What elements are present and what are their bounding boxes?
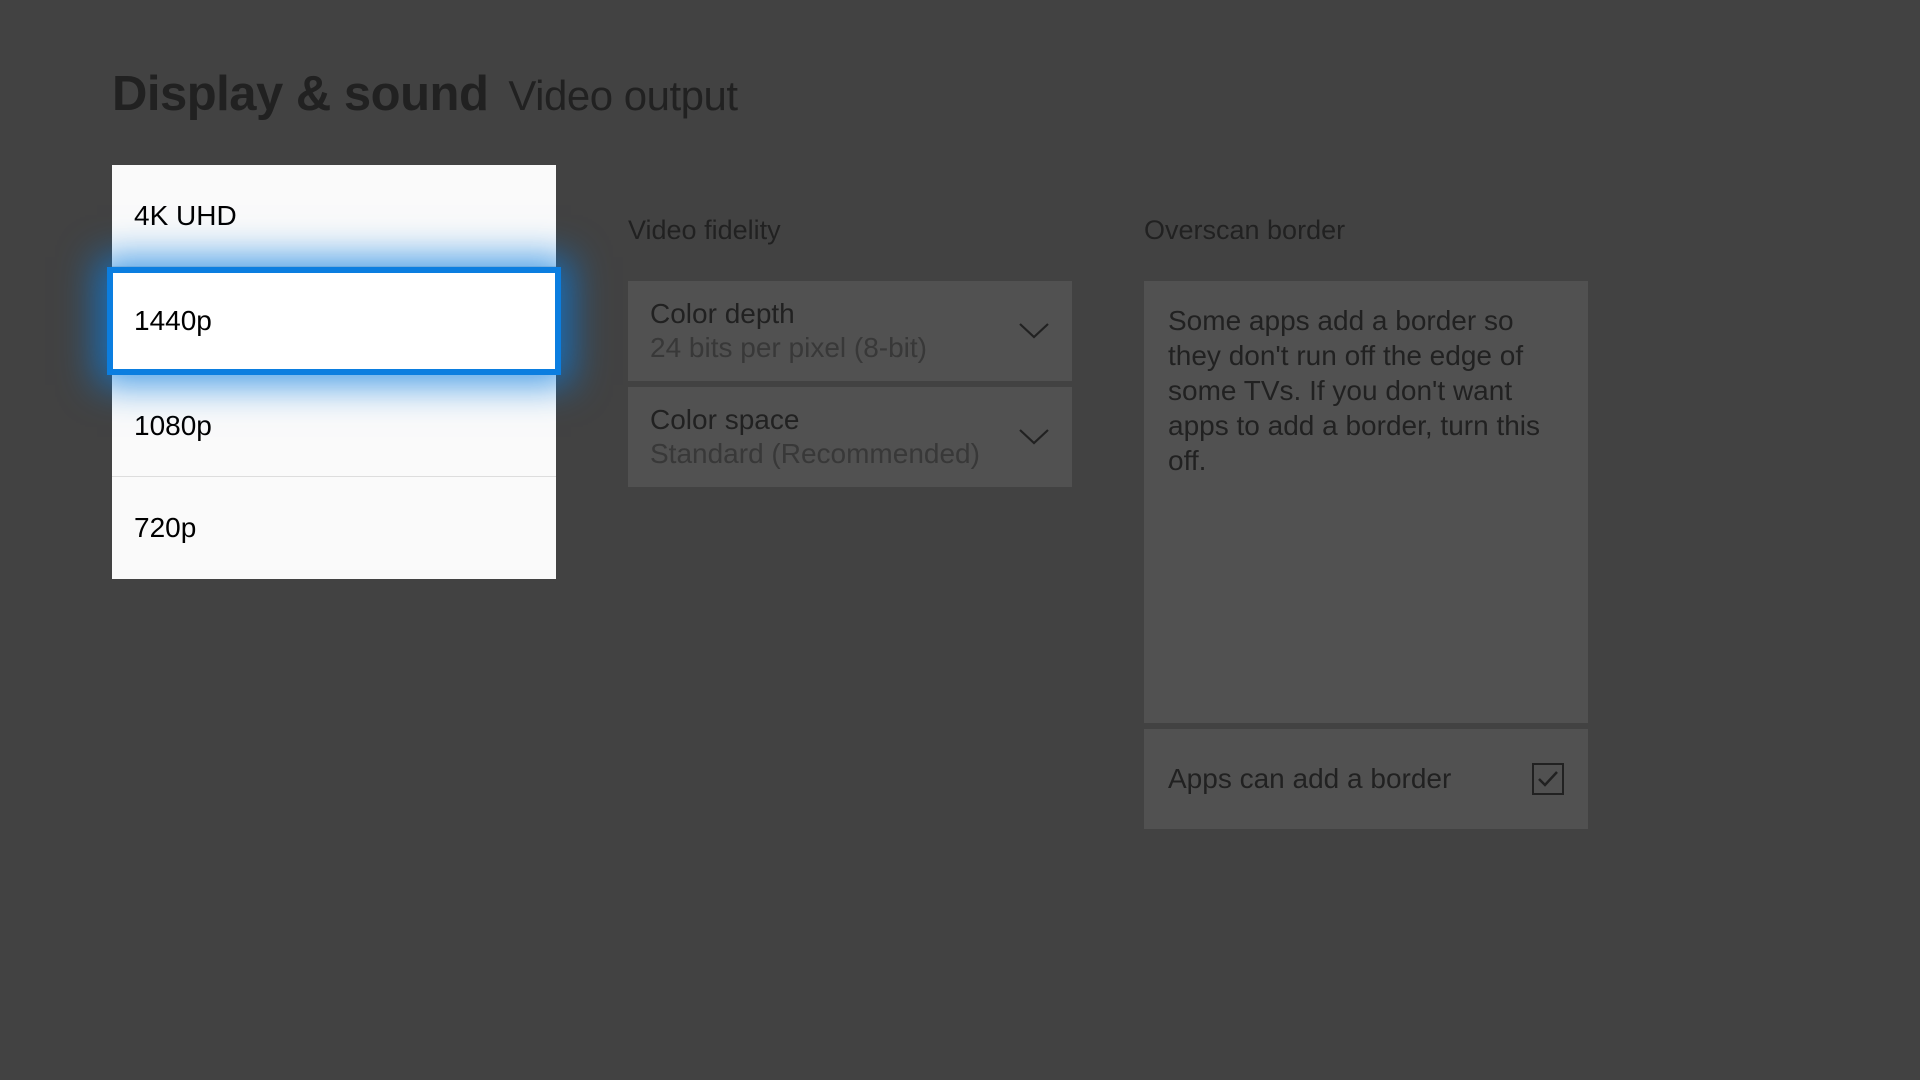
chevron-down-icon xyxy=(1018,322,1050,340)
checkbox-checked-icon xyxy=(1532,763,1564,795)
chevron-down-icon xyxy=(1018,428,1050,446)
color-space-value: Standard (Recommended) xyxy=(650,438,980,470)
resolution-option-4k[interactable]: 4K UHD xyxy=(112,165,556,267)
video-fidelity-column: Video fidelity Color depth 24 bits per p… xyxy=(628,215,1072,829)
resolution-option-1440p[interactable]: 1440p xyxy=(107,267,561,375)
color-space-dropdown[interactable]: Color space Standard (Recommended) xyxy=(628,387,1072,487)
video-fidelity-label: Video fidelity xyxy=(628,215,1072,246)
resolution-option-720p[interactable]: 720p xyxy=(112,477,556,579)
color-depth-dropdown[interactable]: Color depth 24 bits per pixel (8-bit) xyxy=(628,281,1072,381)
overscan-label: Overscan border xyxy=(1144,215,1588,246)
color-space-label: Color space xyxy=(650,404,980,436)
color-depth-label: Color depth xyxy=(650,298,927,330)
page-title: Display & sound xyxy=(112,66,488,122)
overscan-column: Overscan border Some apps add a border s… xyxy=(1144,215,1588,829)
resolution-option-1080p[interactable]: 1080p xyxy=(112,375,556,477)
overscan-checkbox-row[interactable]: Apps can add a border xyxy=(1144,729,1588,829)
page-subtitle: Video output xyxy=(508,72,737,120)
overscan-description-box: Some apps add a border so they don't run… xyxy=(1144,281,1588,723)
overscan-checkbox-label: Apps can add a border xyxy=(1168,763,1451,795)
page-header: Display & sound Video output xyxy=(112,66,738,122)
color-depth-value: 24 bits per pixel (8-bit) xyxy=(650,332,927,364)
resolution-dropdown-popup: 4K UHD 1440p 1080p 720p xyxy=(112,165,556,579)
overscan-description: Some apps add a border so they don't run… xyxy=(1168,303,1564,478)
